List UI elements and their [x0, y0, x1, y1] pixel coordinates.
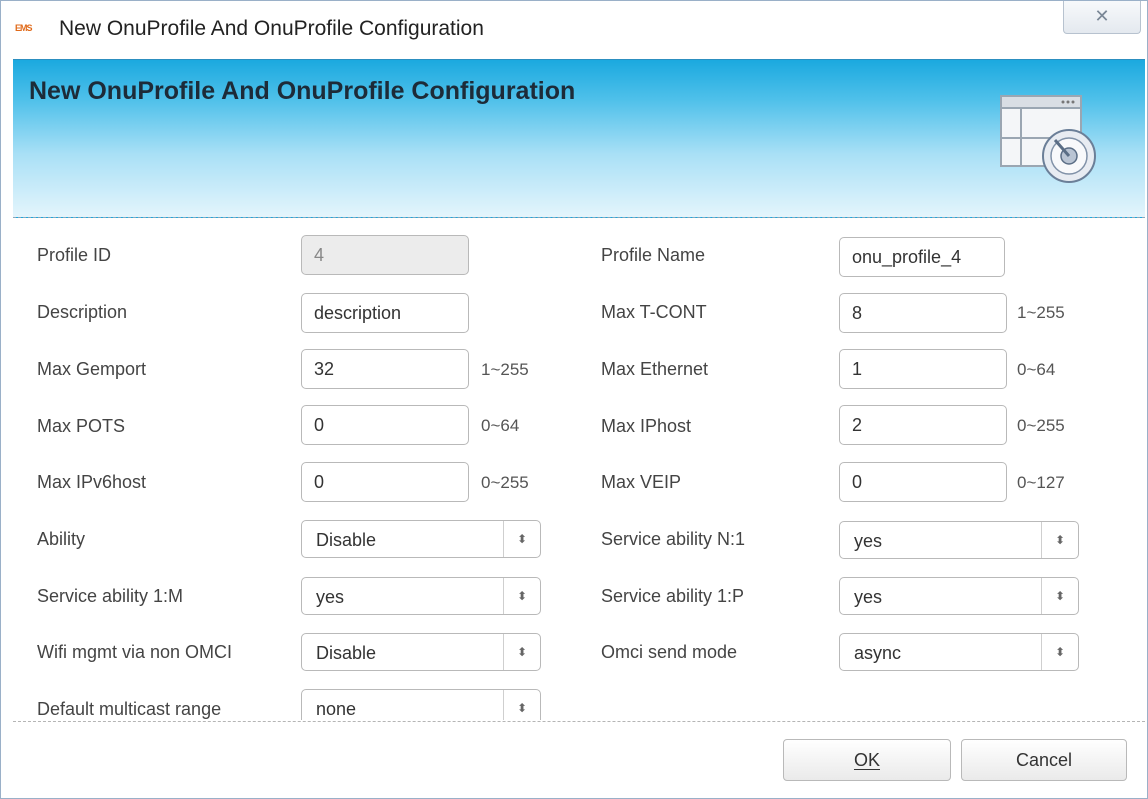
max-ethernet-field[interactable]: 1 — [839, 349, 1007, 389]
max-gemport-label: Max Gemport — [37, 359, 147, 379]
footer-divider — [13, 721, 1145, 722]
updown-arrow-icon: ⬍ — [503, 578, 540, 614]
default-multicast-range-label: Default multicast range — [37, 699, 222, 719]
max-pots-label: Max POTS — [37, 416, 126, 436]
default-multicast-range-select[interactable]: none ⬍ — [301, 689, 541, 720]
max-ipv6host-range: 0~255 — [481, 473, 529, 492]
profile-id-label: Profile ID — [37, 245, 112, 265]
description-field[interactable]: description — [301, 293, 469, 333]
max-gemport-field[interactable]: 32 — [301, 349, 469, 389]
updown-arrow-icon: ⬍ — [1041, 522, 1078, 558]
cancel-button[interactable]: Cancel — [961, 739, 1127, 781]
service-ability-1m-label: Service ability 1:M — [37, 586, 184, 606]
max-tcont-field[interactable]: 8 — [839, 293, 1007, 333]
updown-arrow-icon: ⬍ — [503, 521, 540, 557]
omci-send-mode-label: Omci send mode — [601, 642, 738, 662]
service-ability-1p-value: yes — [854, 587, 883, 607]
ability-value: Disable — [316, 530, 377, 550]
updown-arrow-icon: ⬍ — [1041, 578, 1078, 614]
window-title: New OnuProfile And OnuProfile Configurat… — [59, 17, 484, 40]
max-iphost-field[interactable]: 2 — [839, 405, 1007, 445]
title-bar[interactable]: EMS New OnuProfile And OnuProfile Config… — [1, 1, 1147, 59]
ability-select[interactable]: Disable ⬍ — [301, 520, 541, 558]
max-iphost-label: Max IPhost — [601, 416, 692, 436]
service-ability-1m-select[interactable]: yes ⬍ — [301, 577, 541, 615]
service-ability-n1-value: yes — [854, 531, 883, 551]
wifi-mgmt-value: Disable — [316, 643, 377, 663]
ok-button-label: OK — [853, 750, 880, 770]
banner-title: New OnuProfile And OnuProfile Configurat… — [29, 77, 576, 105]
cancel-button-label: Cancel — [1015, 750, 1073, 770]
profile-name-field[interactable]: onu_profile_4 — [839, 237, 1005, 277]
updown-arrow-icon: ⬍ — [1041, 634, 1078, 670]
config-form: Profile ID 4 Profile Name onu_profile_4 … — [13, 217, 1145, 720]
service-ability-n1-label: Service ability N:1 — [601, 529, 746, 549]
service-ability-1m-value: yes — [316, 587, 345, 607]
max-veip-field[interactable]: 0 — [839, 462, 1007, 502]
max-ipv6host-field[interactable]: 0 — [301, 462, 469, 502]
ability-label: Ability — [37, 529, 86, 549]
max-tcont-label: Max T-CONT — [601, 302, 707, 322]
header-banner: New OnuProfile And OnuProfile Configurat… — [13, 59, 1145, 218]
app-icon: EMS — [15, 23, 32, 33]
max-pots-range: 0~64 — [481, 416, 520, 435]
profile-id-field: 4 — [301, 235, 469, 275]
profile-name-label: Profile Name — [601, 245, 706, 265]
max-veip-label: Max VEIP — [601, 472, 682, 492]
service-ability-1p-label: Service ability 1:P — [601, 586, 745, 606]
dialog-window: EMS New OnuProfile And OnuProfile Config… — [0, 0, 1148, 799]
max-gemport-range: 1~255 — [481, 360, 529, 379]
close-icon: ✕ — [1094, 6, 1110, 26]
max-tcont-range: 1~255 — [1017, 303, 1065, 322]
description-label: Description — [37, 302, 128, 322]
max-pots-field[interactable]: 0 — [301, 405, 469, 445]
omci-send-mode-select[interactable]: async ⬍ — [839, 633, 1079, 671]
service-ability-n1-select[interactable]: yes ⬍ — [839, 521, 1079, 559]
default-multicast-range-value: none — [316, 699, 357, 719]
service-ability-1p-select[interactable]: yes ⬍ — [839, 577, 1079, 615]
max-ipv6host-label: Max IPv6host — [37, 472, 147, 492]
ok-button[interactable]: OK — [783, 739, 951, 781]
window-settings-icon — [1000, 95, 1096, 183]
close-button[interactable]: ✕ — [1063, 1, 1141, 34]
omci-send-mode-value: async — [854, 643, 902, 663]
updown-arrow-icon: ⬍ — [503, 690, 540, 720]
updown-arrow-icon: ⬍ — [503, 634, 540, 670]
max-veip-range: 0~127 — [1017, 473, 1065, 492]
max-ethernet-range: 0~64 — [1017, 360, 1056, 379]
wifi-mgmt-label: Wifi mgmt via non OMCI — [37, 642, 233, 662]
wifi-mgmt-select[interactable]: Disable ⬍ — [301, 633, 541, 671]
max-ethernet-label: Max Ethernet — [601, 359, 709, 379]
max-iphost-range: 0~255 — [1017, 416, 1065, 435]
